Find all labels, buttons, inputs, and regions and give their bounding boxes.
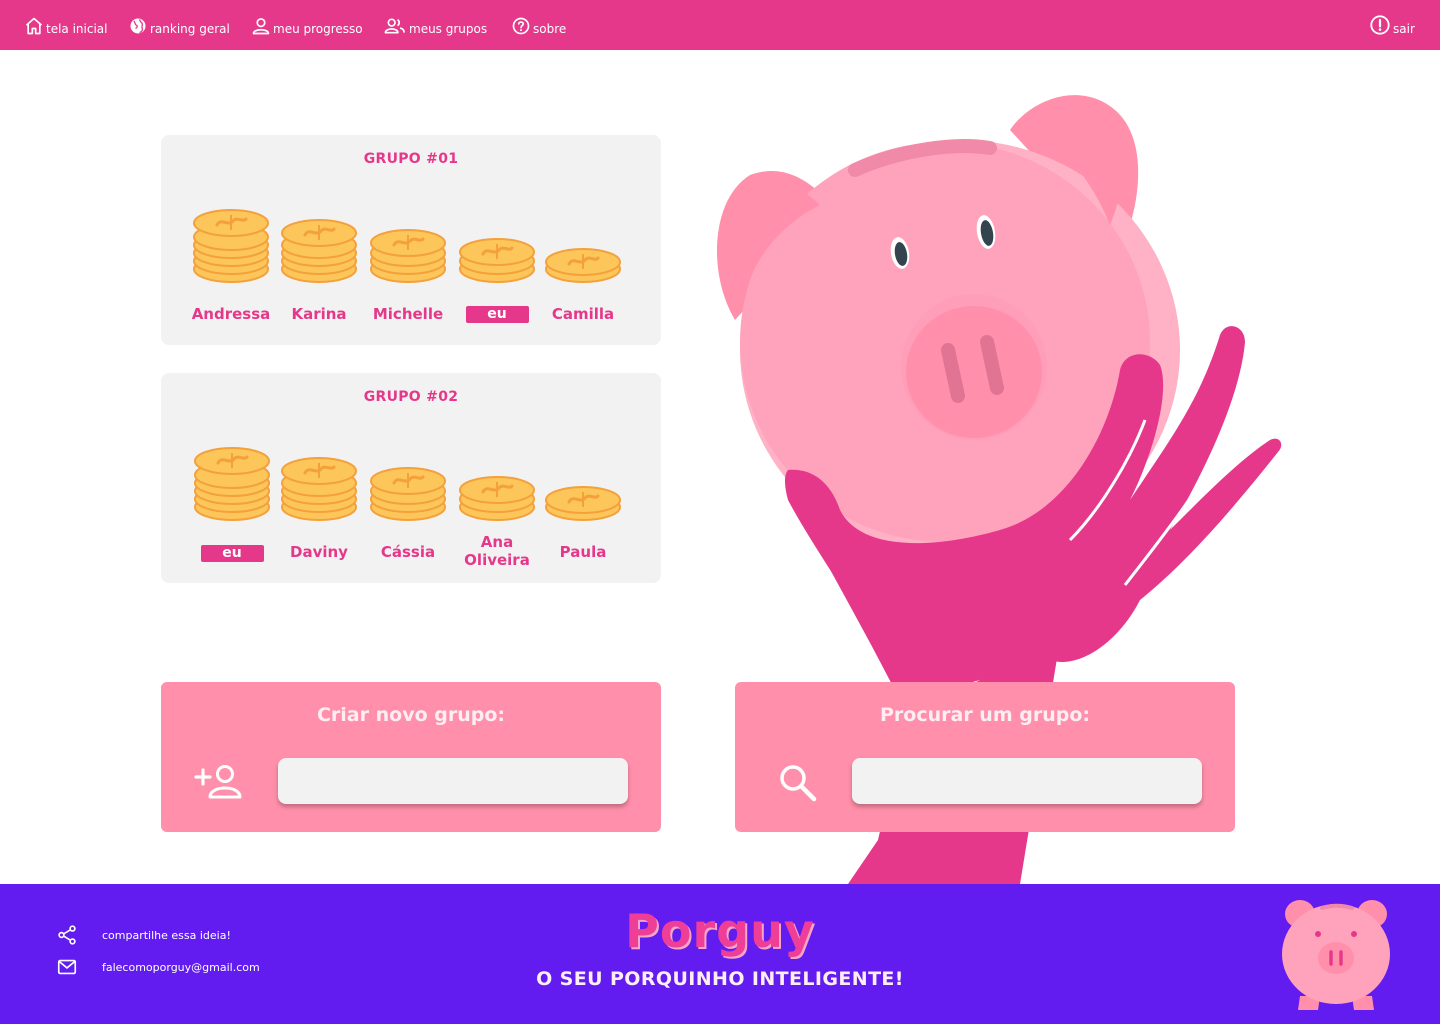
create-group-title: Criar novo grupo: <box>316 704 505 726</box>
member-name-wrap: eu <box>187 543 277 562</box>
nav-item-meu-progresso[interactable]: meu progresso <box>251 14 363 36</box>
nav-label: tela inicial <box>46 22 108 36</box>
coin-stack-icon <box>545 486 621 521</box>
nav-item-sobre[interactable]: sobre <box>511 14 566 36</box>
coin-stack-icon <box>281 219 357 283</box>
piggy-logo-icon <box>1282 900 1390 1010</box>
create-group-card: Criar novo grupo: <box>161 682 661 832</box>
globe-icon <box>130 18 146 34</box>
nav-label: sobre <box>533 22 567 36</box>
member-name: Michelle <box>372 305 444 323</box>
help-circle-icon <box>512 17 530 35</box>
group-title: GRUPO #02 <box>363 389 459 405</box>
member-name: Camilla <box>551 305 615 323</box>
logout-button[interactable]: sair <box>1369 14 1415 36</box>
nav-label: ranking geral <box>150 22 230 36</box>
nav-item-ranking-geral[interactable]: ranking geral <box>128 14 230 36</box>
coin-stack-icon <box>370 467 446 521</box>
member-name: Cássia <box>380 543 436 561</box>
group-title: GRUPO #01 <box>363 151 459 167</box>
coin-stack-icon <box>370 229 446 283</box>
nav-item-meus-grupos[interactable]: meus grupos <box>383 14 487 36</box>
search-group-card: Procurar um grupo: <box>735 682 1235 832</box>
member-name: Paula <box>559 543 607 561</box>
search-group-title: Procurar um grupo: <box>879 704 1090 726</box>
user-icon <box>252 18 270 35</box>
coin-stack-icon <box>459 238 535 283</box>
tagline: O SEU PORQUINHO INTELIGENTE! <box>536 968 904 990</box>
top-nav: tela inicial ranking geral meu progresso… <box>0 0 1440 50</box>
group-card[interactable]: GRUPO #02 eu Daviny Cássia Ana Oliveira … <box>161 373 661 583</box>
logout-label: sair <box>1393 22 1415 36</box>
nav-label: meus grupos <box>409 22 488 36</box>
alert-circle-icon <box>1370 15 1390 35</box>
member-name: Andressa <box>191 305 271 323</box>
coin-stack-icon <box>193 209 269 283</box>
nav-item-tela-inicial[interactable]: tela inicial <box>24 14 107 36</box>
coin-stack-icon <box>545 248 621 283</box>
member-name-wrap: eu <box>452 304 542 323</box>
search-group-input[interactable] <box>852 758 1202 804</box>
nav-label: meu progresso <box>273 22 363 36</box>
member-name: Ana Oliveira <box>464 533 530 569</box>
coin-stack-icon <box>459 476 535 521</box>
group-card[interactable]: GRUPO #01 Andressa Karina Michelle eu Ca… <box>161 135 661 345</box>
page: tela inicial ranking geral meu progresso… <box>0 0 1440 1024</box>
footer: compartilhe essa ideia! falecomoporguy@g… <box>0 884 1440 1024</box>
member-name: Karina <box>291 305 347 323</box>
member-name: Daviny <box>290 543 348 561</box>
add-user-icon[interactable] <box>194 764 244 800</box>
home-icon <box>25 17 43 35</box>
me-badge: eu <box>200 545 264 562</box>
me-badge: eu <box>465 306 529 323</box>
search-icon[interactable] <box>777 762 819 804</box>
users-icon <box>384 18 405 34</box>
brand-logo: Porguy <box>625 904 815 958</box>
coin-stack-icon <box>194 447 270 521</box>
create-group-input[interactable] <box>278 758 628 804</box>
coin-stack-icon <box>281 457 357 521</box>
